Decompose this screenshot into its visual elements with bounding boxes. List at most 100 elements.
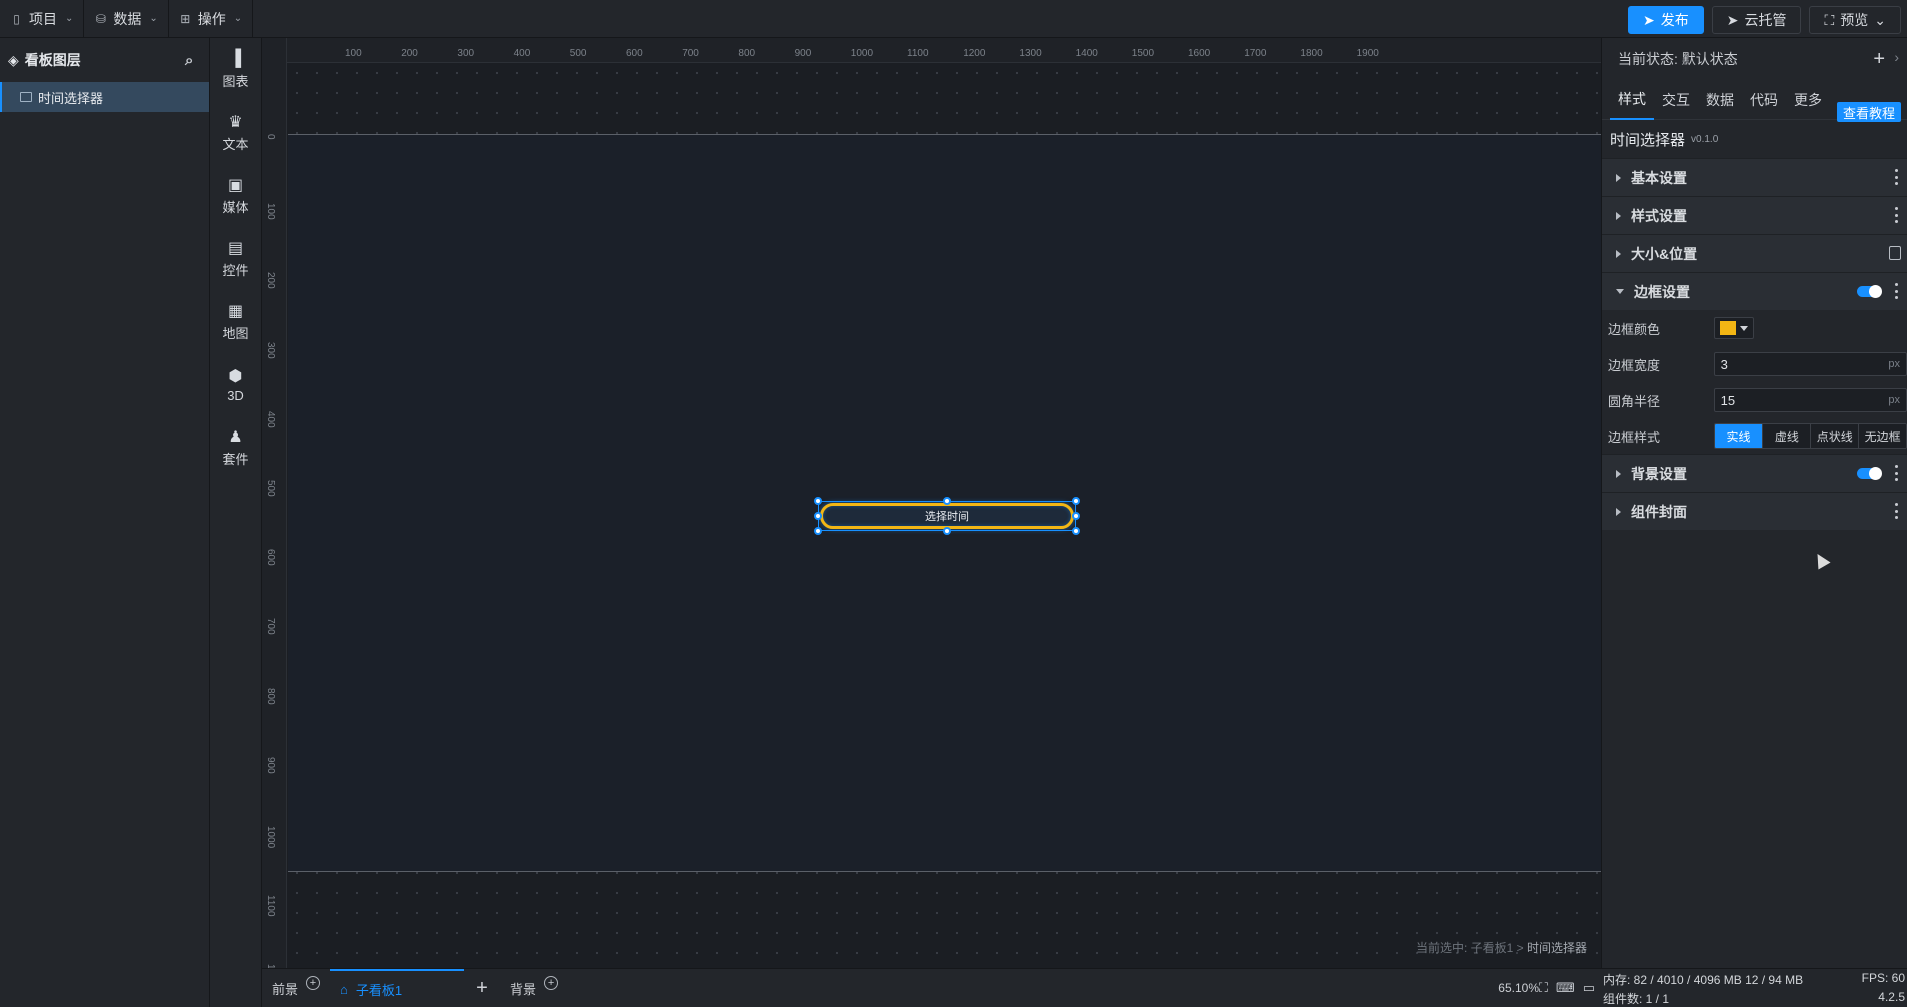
cloud-hosting-button[interactable]: ➤ 云托管 xyxy=(1711,6,1802,34)
resize-handle[interactable] xyxy=(814,527,822,535)
ruler-tick-label: 500 xyxy=(265,480,276,497)
database-icon: ⛁ xyxy=(95,11,106,26)
menu-operation[interactable]: ⊞ 操作 ⌄ xyxy=(169,0,254,38)
color-swatch xyxy=(1720,321,1736,335)
layer-component-icon xyxy=(20,92,32,102)
memory-status: 内存: 82 / 4010 / 4096 MB 12 / 94 MB xyxy=(1603,973,1804,987)
comp-media[interactable]: ▣ 媒体 xyxy=(210,164,261,227)
tab-more[interactable]: 更多 xyxy=(1786,80,1830,120)
resize-handle[interactable] xyxy=(814,497,822,505)
comp-map[interactable]: ▦ 地图 xyxy=(210,290,261,353)
caret-right-icon xyxy=(1616,173,1621,182)
border-width-input[interactable]: 3 px xyxy=(1713,352,1907,376)
section-basic[interactable]: 基本设置 xyxy=(1602,158,1907,196)
section-border[interactable]: 边框设置 xyxy=(1602,272,1907,310)
resize-handle[interactable] xyxy=(1072,497,1080,505)
ruler-tick-label: 1400 xyxy=(1075,48,1098,59)
section-size-position[interactable]: 大小&位置 xyxy=(1602,234,1907,272)
ruler-tick-label: 600 xyxy=(265,549,276,566)
border-toggle[interactable] xyxy=(1857,285,1882,298)
preview-button[interactable]: ⛶ 预览 ⌄ xyxy=(1809,6,1901,34)
lock-icon[interactable] xyxy=(1889,246,1901,260)
ruler-tick-label: 1000 xyxy=(850,48,874,59)
ruler-tick-label: 500 xyxy=(569,48,587,59)
terminal-icon[interactable]: ▭ xyxy=(1583,980,1595,996)
component-toolbar: ▐ 图表 ♛ 文本 ▣ 媒体 ▤ 控件 ▦ 地图 ⬢ 3D ♟ 套件 xyxy=(210,38,262,1007)
ruler-tick-label: 1100 xyxy=(265,895,276,917)
comp-3d-label: 3D xyxy=(227,387,244,403)
more-vertical-icon[interactable] xyxy=(1895,503,1899,519)
tab-subboard[interactable]: ⌂ 子看板1 xyxy=(330,968,465,1007)
resize-handle[interactable] xyxy=(1072,512,1080,520)
send-icon: ➤ xyxy=(1642,11,1655,28)
border-style-dotted[interactable]: 点状线 xyxy=(1810,424,1859,448)
resize-handle[interactable] xyxy=(943,497,951,505)
menu-data[interactable]: ⛁ 数据 ⌄ xyxy=(84,0,169,38)
keyboard-icon[interactable]: ⌨ xyxy=(1556,980,1575,996)
time-picker-selection[interactable]: 选择时间 xyxy=(814,497,1080,535)
caret-right-icon xyxy=(1616,211,1621,220)
cloud-hosting-label: 云托管 xyxy=(1744,12,1787,28)
add-circle-icon[interactable]: + xyxy=(306,976,321,990)
canvas-area[interactable]: 0 100 200 300 400 500 600 700 800 900 1000 1100 1200… xyxy=(262,38,1601,968)
resize-handle[interactable] xyxy=(814,512,822,520)
add-circle-icon[interactable]: + xyxy=(544,976,559,990)
section-background[interactable]: 背景设置 xyxy=(1602,454,1907,492)
add-state-icon[interactable]: + xyxy=(1873,48,1885,71)
tab-foreground[interactable]: 前景 + xyxy=(262,969,330,1007)
border-style-none[interactable]: 无边框 xyxy=(1858,424,1906,448)
comp-chart[interactable]: ▐ 图表 xyxy=(210,38,261,101)
resize-handle[interactable] xyxy=(943,527,951,535)
border-style-dashed[interactable]: 虚线 xyxy=(1762,424,1811,448)
section-style[interactable]: 样式设置 xyxy=(1602,196,1907,234)
comp-3d[interactable]: ⬢ 3D xyxy=(210,353,261,416)
comp-kit[interactable]: ♟ 套件 xyxy=(210,416,261,479)
layer-item-label: 时间选择器 xyxy=(38,90,104,106)
search-icon[interactable]: ⌕ xyxy=(185,52,201,69)
more-vertical-icon[interactable] xyxy=(1895,465,1899,481)
border-radius-row: 圆角半径 15 px xyxy=(1602,382,1907,418)
caret-right-icon xyxy=(1616,469,1621,478)
section-cover[interactable]: 组件封面 xyxy=(1602,492,1907,530)
border-color-picker[interactable] xyxy=(1714,317,1754,339)
ruler-tick-label: 900 xyxy=(794,48,812,59)
tab-interaction[interactable]: 交互 xyxy=(1654,80,1698,120)
tab-background-label: 背景 xyxy=(510,981,537,997)
menu-data-label: 数据 xyxy=(113,10,142,27)
fullscreen-icon: ⛶ xyxy=(1824,11,1835,28)
border-style-label: 边框样式 xyxy=(1608,429,1661,445)
border-style-segmented: 实线 虚线 点状线 无边框 xyxy=(1713,423,1907,449)
more-vertical-icon[interactable] xyxy=(1895,207,1899,223)
background-toggle[interactable] xyxy=(1857,467,1882,480)
breadcrumb-current: 时间选择器 xyxy=(1526,941,1587,955)
ruler-tick-label: 300 xyxy=(457,48,475,59)
more-vertical-icon[interactable] xyxy=(1895,283,1899,299)
comp-control[interactable]: ▤ 控件 xyxy=(210,227,261,290)
tab-data[interactable]: 数据 xyxy=(1698,80,1742,120)
chevron-right-icon[interactable]: › xyxy=(1894,49,1899,65)
border-radius-input[interactable]: 15 px xyxy=(1713,388,1907,412)
fit-screen-icon[interactable]: ⛶ xyxy=(1539,980,1548,996)
border-style-solid[interactable]: 实线 xyxy=(1714,424,1763,448)
ruler-tick-label: 800 xyxy=(738,48,756,59)
menu-project-label: 项目 xyxy=(29,10,57,27)
section-size-label: 大小&位置 xyxy=(1631,245,1698,262)
zoom-level[interactable]: 65.10% xyxy=(1498,981,1539,995)
tab-style[interactable]: 样式 xyxy=(1610,80,1654,120)
tab-background[interactable]: 背景 + xyxy=(500,969,568,1007)
more-vertical-icon[interactable] xyxy=(1895,169,1899,185)
tutorial-button[interactable]: 查看教程 xyxy=(1836,102,1901,122)
status-bar: 内存: 82 / 4010 / 4096 MB 12 / 94 MB FPS: … xyxy=(1601,968,1907,1007)
resize-handle[interactable] xyxy=(1072,527,1080,535)
ruler-tick-label: 200 xyxy=(265,272,276,290)
layer-item[interactable]: 时间选择器 xyxy=(0,82,209,112)
menu-project[interactable]: ▯ 项目 ⌄ xyxy=(0,0,85,38)
map-icon: ▦ xyxy=(227,302,244,320)
chevron-down-icon: ⌄ xyxy=(65,13,74,24)
ruler-tick-label: 1700 xyxy=(1244,48,1267,59)
comp-text[interactable]: ♛ 文本 xyxy=(210,101,261,164)
add-tab-button[interactable]: + xyxy=(464,977,500,1000)
section-style-label: 样式设置 xyxy=(1631,207,1687,224)
publish-button[interactable]: ➤ 发布 xyxy=(1627,6,1704,34)
tab-code[interactable]: 代码 xyxy=(1742,80,1786,120)
